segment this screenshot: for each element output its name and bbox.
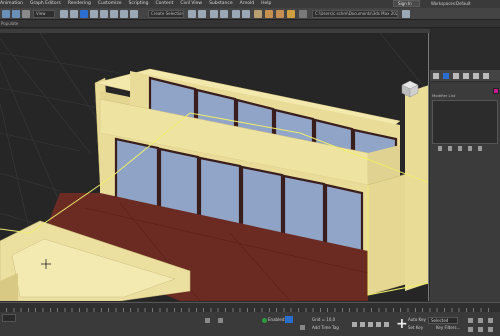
- go-to-end-icon[interactable]: [384, 322, 389, 327]
- ribbon-bar: Populate: [0, 20, 500, 28]
- menu-item-substance[interactable]: Substance: [209, 0, 240, 8]
- previous-frame-icon[interactable]: [360, 322, 365, 327]
- set-key-button[interactable]: Set Key: [408, 325, 423, 331]
- grid-size-label: Grid = 10,0: [312, 317, 336, 322]
- enabled-label: Enabled:: [268, 317, 286, 322]
- orbit-icon[interactable]: [488, 318, 493, 323]
- create-tab-icon[interactable]: [433, 73, 439, 79]
- motion-tab-icon[interactable]: [463, 73, 469, 79]
- modifier-list-dropdown[interactable]: Modifier List: [432, 93, 455, 98]
- scene-explorer-icon[interactable]: [210, 10, 218, 18]
- rendered-frame-icon[interactable]: [276, 10, 284, 18]
- selection-set-dropdown[interactable]: Create Selection Se: [148, 10, 184, 18]
- configure-sets-icon[interactable]: [478, 146, 482, 151]
- select-and-scale-icon[interactable]: [100, 10, 108, 18]
- show-end-result-icon[interactable]: [448, 146, 452, 151]
- modifier-stack[interactable]: [432, 100, 498, 144]
- curve-editor-icon[interactable]: [232, 10, 240, 18]
- menu-item-rendering[interactable]: Rendering: [68, 0, 98, 8]
- snap-icon[interactable]: [120, 10, 128, 18]
- timeline-track[interactable]: [0, 302, 500, 313]
- folder-icon[interactable]: [299, 10, 307, 18]
- workspaces-dropdown[interactable]: Default: [456, 0, 471, 8]
- command-panel: Modifier List: [430, 70, 500, 302]
- render-setup-icon[interactable]: [265, 10, 273, 18]
- play-icon[interactable]: [368, 322, 373, 327]
- menu-item-help[interactable]: Help: [261, 0, 278, 8]
- material-editor-icon[interactable]: [254, 10, 262, 18]
- main-toolbar: View Create Selection Se C:\Users\c.schm…: [0, 8, 500, 20]
- command-panel-tabs: [430, 70, 500, 82]
- schematic-view-icon[interactable]: [242, 10, 250, 18]
- modify-tab-icon[interactable]: [443, 73, 449, 79]
- project-folder-icon[interactable]: [402, 10, 410, 18]
- redo-icon[interactable]: [12, 10, 20, 18]
- menu-item-civil-view[interactable]: Civil View: [180, 0, 209, 8]
- lock-selection-icon[interactable]: [205, 318, 210, 323]
- selected-dropdown-value: Selected: [431, 318, 449, 323]
- view-dropdown[interactable]: View: [33, 10, 55, 18]
- viewport-scene[interactable]: [0, 33, 429, 301]
- time-tag-icon[interactable]: [300, 325, 305, 330]
- add-time-tag-button[interactable]: Add Time Tag: [312, 325, 339, 331]
- ribbon-tab-populate[interactable]: Populate: [1, 20, 18, 28]
- modifier-stack-tools: [432, 146, 498, 152]
- zoom-extents-icon[interactable]: [468, 327, 473, 332]
- select-object-icon[interactable]: [60, 10, 68, 18]
- select-and-rotate-icon[interactable]: [90, 10, 98, 18]
- project-path-field[interactable]: C:\Users\c.schm\Documents\3ds Max 2025: [312, 10, 398, 18]
- maximize-viewport-icon[interactable]: [488, 327, 493, 332]
- sign-in-button[interactable]: Sign In: [393, 0, 420, 7]
- building-right-pillar: [367, 172, 411, 296]
- link-icon[interactable]: [22, 10, 30, 18]
- undo-icon[interactable]: [2, 10, 10, 18]
- key-filters-button[interactable]: Key Filters...: [436, 325, 460, 331]
- object-color-swatch[interactable]: [493, 88, 499, 94]
- make-unique-icon[interactable]: [458, 146, 462, 151]
- perspective-viewport[interactable]: [0, 33, 429, 301]
- align-icon[interactable]: [198, 10, 206, 18]
- go-to-start-icon[interactable]: [352, 322, 357, 327]
- select-and-move-icon[interactable]: [80, 10, 88, 18]
- select-by-name-icon[interactable]: [70, 10, 78, 18]
- utilities-tab-icon[interactable]: [483, 73, 489, 79]
- render-icon[interactable]: [287, 10, 295, 18]
- hierarchy-tab-icon[interactable]: [453, 73, 459, 79]
- menu-item-animation[interactable]: Animation: [0, 0, 30, 8]
- menu-item-arnold[interactable]: Arnold: [240, 0, 262, 8]
- pin-stack-icon[interactable]: [438, 146, 442, 151]
- menu-item-graph-editors[interactable]: Graph Editors: [30, 0, 68, 8]
- pivot-icon[interactable]: [110, 10, 118, 18]
- zoom-icon[interactable]: [468, 318, 473, 323]
- isolate-toggle-icon[interactable]: [285, 316, 293, 323]
- pan-icon[interactable]: [478, 318, 483, 323]
- menu-item-customize[interactable]: Customize: [98, 0, 129, 8]
- auto-key-button[interactable]: Auto Key: [408, 317, 426, 323]
- next-frame-icon[interactable]: [376, 322, 381, 327]
- adaptive-degradation-icon[interactable]: [262, 318, 267, 323]
- menu-item-scripting[interactable]: Scripting: [128, 0, 155, 8]
- display-tab-icon[interactable]: [473, 73, 479, 79]
- layer-explorer-icon[interactable]: [220, 10, 228, 18]
- maxscript-listener-field[interactable]: [2, 314, 16, 322]
- mirror-icon[interactable]: [188, 10, 196, 18]
- angle-snap-icon[interactable]: [130, 10, 138, 18]
- selected-dropdown[interactable]: Selected: [428, 317, 458, 324]
- field-of-view-icon[interactable]: [478, 327, 483, 332]
- menu-item-content[interactable]: Content: [155, 0, 180, 8]
- status-bar: Enabled: Grid = 10,0 Add Time Tag Auto K…: [0, 312, 500, 336]
- set-key-plus-icon[interactable]: +: [396, 317, 408, 331]
- workspaces-label: Workspaces:: [431, 1, 457, 6]
- menu-bar: Animation Graph Editors Rendering Custom…: [0, 0, 500, 8]
- remove-modifier-icon[interactable]: [468, 146, 472, 151]
- building-far-wall: [405, 85, 428, 291]
- relative-mode-icon[interactable]: [218, 318, 223, 323]
